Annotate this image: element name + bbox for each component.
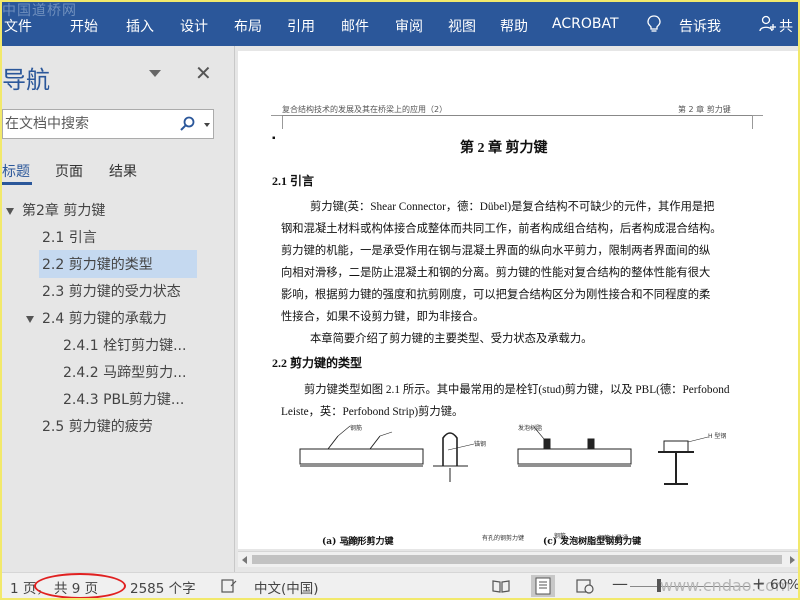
crop-mark bbox=[282, 115, 283, 129]
nav-heading-2-2[interactable]: 2.2 剪力键的类型 bbox=[39, 250, 197, 278]
chapter-title: 第 2 章 剪力键 bbox=[460, 141, 548, 156]
tab-design[interactable]: 设计 bbox=[180, 16, 208, 36]
nav-heading-2-1[interactable]: 2.1 引言 bbox=[42, 227, 97, 247]
status-language[interactable]: 中文(中国) bbox=[254, 577, 319, 597]
document-area: 复合结构技术的发展及其在桥梁上的应用（2） 第 2 章 剪力键 ▪ 第 2 章 … bbox=[234, 46, 798, 572]
tab-review[interactable]: 审阅 bbox=[395, 16, 423, 36]
nav-search-box[interactable] bbox=[2, 109, 214, 139]
print-layout-icon[interactable] bbox=[531, 575, 555, 597]
figure-label: 栓钉 bbox=[342, 537, 361, 547]
tab-mailings[interactable]: 邮件 bbox=[341, 16, 369, 36]
status-bar: 1 页， 共 9 页 2585 个字 中文(中国) — www.cndao.co… bbox=[2, 572, 798, 598]
tell-me-box[interactable]: 告诉我 bbox=[679, 16, 721, 36]
collapse-chevron-icon[interactable] bbox=[26, 316, 34, 323]
close-icon[interactable]: ✕ bbox=[195, 61, 212, 85]
lightbulb-icon[interactable] bbox=[647, 15, 661, 33]
proofing-icon[interactable] bbox=[220, 578, 238, 594]
para3-line: Leiste，英：Perfobond Strip)剪力键。 bbox=[281, 406, 464, 418]
share-button[interactable]: 共 bbox=[779, 16, 793, 36]
share-person-icon[interactable] bbox=[759, 15, 777, 33]
web-layout-icon[interactable] bbox=[576, 578, 594, 594]
figure-label: 钢筋 bbox=[554, 534, 567, 540]
crop-mark bbox=[752, 115, 763, 116]
zoom-level[interactable]: 60% bbox=[770, 577, 798, 593]
zoom-in-icon[interactable]: + bbox=[752, 574, 765, 593]
nav-tab-headings[interactable]: 标题 bbox=[2, 161, 30, 181]
nav-tab-results[interactable]: 结果 bbox=[109, 161, 137, 181]
figure-a-horseshoe bbox=[299, 425, 475, 482]
nav-heading-2-3[interactable]: 2.3 剪力键的受力状态 bbox=[42, 281, 181, 301]
ribbon-tab-bar: 中国道桥网 文件 开始 插入 设计 布局 引用 邮件 审阅 视图 帮助 ACRO… bbox=[2, 2, 798, 46]
tab-view[interactable]: 视图 bbox=[448, 16, 476, 36]
para2: 本章简要介绍了剪力键的主要类型、受力状态及承载力。 bbox=[310, 333, 593, 345]
nav-tab-pages[interactable]: 页面 bbox=[55, 161, 83, 181]
zoom-out-icon[interactable]: — bbox=[612, 574, 628, 593]
figure-label: 钢筋上贯通 bbox=[598, 536, 629, 542]
crop-mark bbox=[752, 115, 753, 129]
figure-label: H 型钢 bbox=[708, 432, 726, 440]
list-bullet: ▪ bbox=[272, 133, 276, 144]
para1-line: 剪力键(英：Shear Connector，德：Dübel)是复合结构不可缺少的… bbox=[310, 201, 715, 213]
page-header-right: 第 2 章 剪力键 bbox=[678, 105, 731, 114]
figure-shear-connector-types: (a) 马蹄形剪力键 (c) 发泡树脂型钢剪力键 钢筋 锚钢 发泡树脂 H 型钢 bbox=[299, 424, 726, 547]
nav-heading-2-4[interactable]: 2.4 剪力键的承载力 bbox=[42, 308, 167, 328]
figure-label: 锚钢 bbox=[474, 440, 486, 448]
figure-label: 钢筋 bbox=[350, 424, 362, 432]
nav-heading-2-4-2[interactable]: 2.4.2 马蹄型剪力... bbox=[63, 362, 186, 382]
para1-line: 性接合，如果不设剪力键，即为非接合。 bbox=[281, 311, 485, 323]
navigation-pane: 导航 ✕ 标题 页面 结果 第2章 剪力键 2.1 引言 2.2 剪力键的类型 … bbox=[2, 46, 234, 572]
tab-help[interactable]: 帮助 bbox=[500, 16, 528, 36]
tab-file[interactable]: 文件 bbox=[4, 16, 32, 36]
nav-heading-2-5[interactable]: 2.5 剪力键的疲劳 bbox=[42, 416, 153, 436]
page-header-left: 复合结构技术的发展及其在桥梁上的应用（2） bbox=[282, 105, 448, 114]
scroll-left-arrow-icon[interactable] bbox=[242, 556, 247, 564]
nav-heading-2-4-3[interactable]: 2.4.3 PBL剪力键... bbox=[63, 389, 184, 409]
nav-heading-2-4-1[interactable]: 2.4.1 栓钉剪力键... bbox=[63, 335, 186, 355]
nav-options-dropdown-icon[interactable] bbox=[149, 70, 161, 77]
scroll-thumb[interactable] bbox=[252, 555, 782, 564]
nav-heading-ch2[interactable]: 第2章 剪力键 bbox=[22, 200, 105, 220]
collapse-chevron-icon[interactable] bbox=[6, 208, 14, 215]
tab-home[interactable]: 开始 bbox=[70, 16, 98, 36]
para1-line: 钢和混凝土材料或构体接合成整体而共同工作，前者构成组合结构，后者构成混合结构。 bbox=[281, 223, 722, 235]
red-highlight-ellipse bbox=[34, 573, 126, 598]
nav-tab-active-indicator bbox=[2, 182, 32, 185]
word-window: 中国道桥网 文件 开始 插入 设计 布局 引用 邮件 审阅 视图 帮助 ACRO… bbox=[2, 2, 798, 598]
para1-line: 向相对滑移，二是防止混凝土和钢的分离。剪力键的性能对复合结构的整体性能有很大 bbox=[281, 267, 711, 279]
para1-line: 剪力键的机能，一是承受作用在钢与混凝土界面的纵向水平剪力，限制两者界面间的纵 bbox=[281, 245, 711, 257]
para1-line: 影响，根据剪力键的强度和抗剪刚度，可以把复合结构区分为刚性接合和不同程度的柔 bbox=[281, 289, 711, 301]
crop-mark bbox=[271, 115, 282, 116]
status-word-count[interactable]: 2585 个字 bbox=[130, 577, 196, 597]
nav-search-input[interactable] bbox=[3, 110, 163, 138]
document-page[interactable]: 复合结构技术的发展及其在桥梁上的应用（2） 第 2 章 剪力键 ▪ 第 2 章 … bbox=[238, 51, 798, 549]
figure-label: 有孔的钢剪力键 bbox=[482, 536, 525, 542]
nav-pane-title: 导航 bbox=[2, 66, 50, 94]
tab-insert[interactable]: 插入 bbox=[126, 16, 154, 36]
tab-layout[interactable]: 布局 bbox=[234, 16, 262, 36]
scroll-right-arrow-icon[interactable] bbox=[790, 556, 795, 564]
figure-label: 发泡树脂 bbox=[518, 424, 542, 432]
tab-acrobat[interactable]: ACROBAT bbox=[552, 16, 619, 32]
section-heading-2-2: 2.2 剪力键的类型 bbox=[272, 356, 363, 370]
section-heading-2-1: 2.1 引言 bbox=[272, 174, 315, 188]
read-mode-icon[interactable] bbox=[492, 578, 510, 594]
figure-c-foamed-resin bbox=[517, 426, 709, 485]
para3-line: 剪力键类型如图 2.1 所示。其中最常用的是栓钉(stud)剪力键，以及 PBL… bbox=[304, 384, 730, 396]
tab-references[interactable]: 引用 bbox=[287, 16, 315, 36]
horizontal-scrollbar[interactable] bbox=[238, 551, 798, 567]
search-options-dropdown-icon[interactable] bbox=[204, 123, 210, 127]
header-rule bbox=[282, 115, 752, 116]
search-icon[interactable] bbox=[179, 116, 195, 132]
